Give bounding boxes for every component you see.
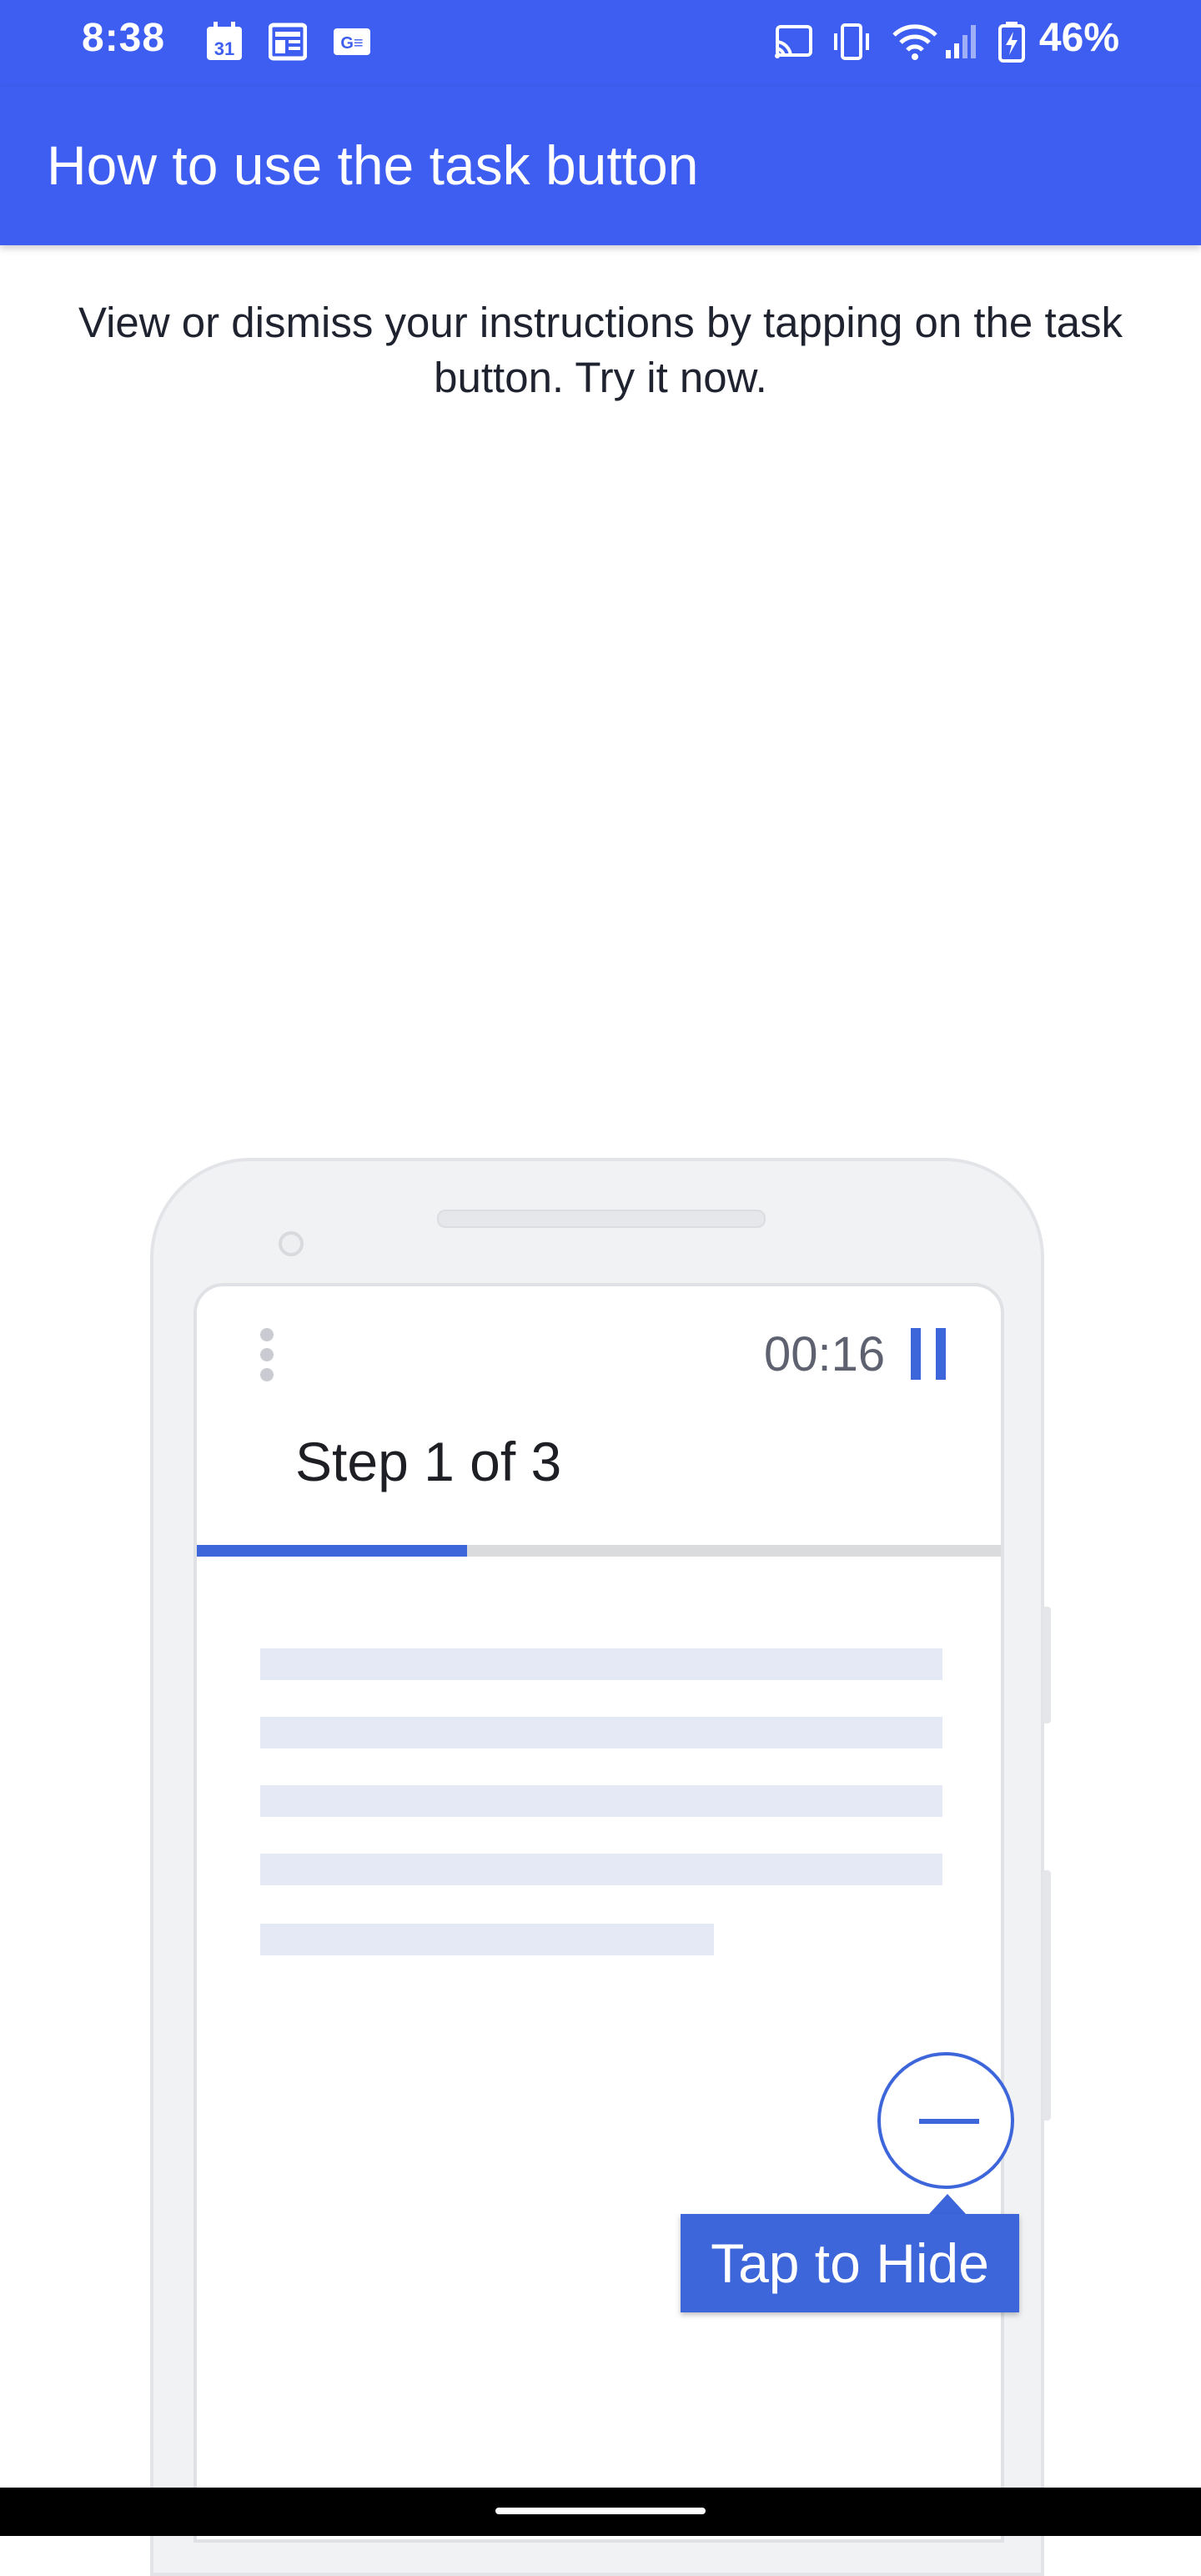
calendar-icon: 31 — [207, 22, 242, 60]
task-button[interactable] — [877, 2052, 1014, 2189]
home-gesture-handle[interactable] — [495, 2508, 706, 2514]
placeholder-text-line — [260, 1717, 942, 1748]
status-bar: 8:38 31 G≡ 46% — [0, 0, 1201, 87]
phone-speaker — [437, 1210, 766, 1228]
phone-camera — [279, 1231, 304, 1256]
pause-icon — [911, 1328, 946, 1380]
placeholder-text-line — [260, 1648, 942, 1680]
placeholder-text-line — [260, 1785, 942, 1817]
phone-side-button — [1043, 1870, 1051, 2121]
battery-charging-icon — [998, 22, 1025, 63]
battery-percent: 46% — [1038, 16, 1119, 60]
signal-icon — [946, 25, 976, 58]
step-progress-fill — [197, 1545, 467, 1557]
more-vert-icon — [260, 1328, 274, 1388]
placeholder-text-line — [260, 1854, 942, 1885]
vibrate-icon — [834, 23, 869, 60]
instructions-text: View or dismiss your instructions by tap… — [78, 299, 1123, 401]
wifi-icon — [892, 24, 937, 60]
minimize-icon — [919, 2119, 979, 2124]
calendar-day: 31 — [214, 38, 234, 59]
page-title: How to use the task button — [47, 134, 699, 196]
status-time: 8:38 — [82, 16, 166, 60]
placeholder-text-line — [260, 1924, 714, 1955]
phone-screen: 00:16 Step 1 of 3 — [193, 1283, 1004, 2543]
news-icon — [269, 23, 307, 61]
tap-to-hide-tooltip[interactable]: Tap to Hide — [681, 2214, 1019, 2312]
step-progress-bar — [197, 1545, 1001, 1557]
app-bar: How to use the task button — [0, 87, 1201, 245]
google-news-icon: G≡ — [334, 28, 370, 55]
step-timer: 00:16 — [764, 1327, 886, 1381]
svg-text:G≡: G≡ — [340, 34, 363, 53]
tooltip-arrow — [929, 2194, 966, 2214]
navigation-bar — [0, 2488, 1201, 2536]
cast-icon — [775, 25, 812, 58]
phone-side-button — [1043, 1607, 1051, 1723]
step-title: Step 1 of 3 — [295, 1431, 562, 1492]
